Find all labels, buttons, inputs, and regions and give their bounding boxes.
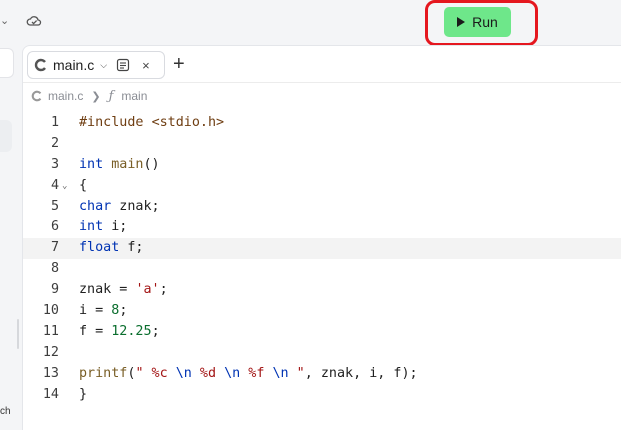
chevron-down-icon[interactable]: ⌵ (100, 60, 107, 71)
line-number: 11 (42, 323, 59, 339)
code-token: znak = (79, 282, 136, 298)
code-text: #include <stdio.h> (79, 113, 224, 134)
code-token: ; (119, 303, 128, 319)
highlight-annotation (425, 0, 538, 46)
code-token: { (79, 177, 88, 193)
tab-main-c[interactable]: main.c ⌵ × (27, 51, 165, 79)
line-number: 6 (50, 219, 59, 235)
code-area[interactable]: 1 #include <stdio.h> 2 3 int main() 4 ⌄ {5 char … (23, 113, 621, 405)
line-number: 13 (42, 365, 59, 381)
code-token: %f (240, 365, 273, 381)
left-panel-card[interactable] (0, 48, 14, 78)
code-token: ; (159, 282, 168, 298)
code-line[interactable]: 5 char znak; (23, 197, 621, 218)
line-number: 4 (50, 177, 59, 193)
chevron-right-icon: ❯ (91, 90, 101, 103)
chevron-down-icon[interactable]: ⌄ (0, 13, 12, 29)
code-editor: main.c ⌵ × + main.c ❯ ƒ main 1 #include <… (22, 45, 621, 430)
tab-bar: main.c ⌵ × + (23, 46, 621, 83)
line-number: 2 (50, 135, 59, 151)
panel-resize-handle[interactable] (17, 319, 19, 349)
left-panel-truncated-text: ch (0, 406, 11, 417)
preview-icon[interactable] (116, 58, 130, 72)
code-token: \n (224, 365, 241, 381)
code-line[interactable]: 14} (23, 385, 621, 406)
code-token: int (79, 156, 104, 172)
code-text: { (79, 176, 87, 197)
code-text: i = 8; (79, 301, 127, 322)
code-token: printf (79, 365, 128, 381)
code-text: f = 12.25; (79, 322, 160, 343)
breadcrumb-function[interactable]: main (121, 89, 147, 103)
code-text: char znak; (79, 197, 160, 218)
code-token: " (288, 365, 305, 381)
code-token: } (79, 386, 88, 402)
code-line[interactable]: 6 int i; (23, 217, 621, 238)
code-token: znak; (111, 198, 160, 214)
cloud-check-icon[interactable] (26, 13, 42, 29)
code-text: printf(" %c \n %d \n %f \n ", znak, i, f… (79, 364, 418, 385)
left-panel: ch (0, 45, 22, 430)
code-token: f = (79, 323, 112, 339)
code-token: i; (103, 219, 128, 235)
code-token: f; (119, 240, 144, 256)
line-number: 3 (50, 156, 59, 172)
code-line[interactable]: 1 #include <stdio.h> (23, 113, 621, 134)
code-token: 'a' (135, 282, 160, 298)
c-language-icon (31, 90, 42, 102)
code-text: znak = 'a'; (79, 280, 168, 301)
code-token: () (143, 156, 160, 172)
code-token: i = (79, 303, 112, 319)
code-token: , znak, i, f); (304, 365, 418, 381)
code-line[interactable]: 8 (23, 259, 621, 280)
add-tab-button[interactable]: + (173, 54, 185, 74)
left-panel-item[interactable] (0, 120, 12, 152)
close-icon[interactable]: × (142, 58, 150, 73)
line-number: 1 (50, 115, 59, 130)
fold-chevron-icon[interactable]: ⌄ (62, 176, 67, 197)
line-number: 9 (50, 282, 59, 298)
code-token: #include (79, 115, 152, 130)
tab-label: main.c (53, 57, 95, 73)
code-token: %d (191, 365, 225, 381)
breadcrumb-file[interactable]: main.c (48, 89, 83, 103)
code-line[interactable]: 2 (23, 134, 621, 155)
code-line[interactable]: 12 (23, 343, 621, 364)
code-line[interactable]: 10 i = 8; (23, 301, 621, 322)
code-line[interactable]: 3 int main() (23, 155, 621, 176)
code-token: \n (175, 365, 192, 381)
function-icon: ƒ (108, 88, 114, 104)
code-token: \n (272, 365, 289, 381)
code-token: 12.25 (111, 323, 152, 339)
code-text: } (79, 385, 87, 406)
line-number: 14 (42, 386, 59, 402)
line-number: 8 (50, 261, 59, 277)
code-token: " %c (135, 365, 176, 381)
code-token: ; (151, 323, 160, 339)
code-line[interactable]: 11 f = 12.25; (23, 322, 621, 343)
line-number: 7 (50, 240, 59, 256)
top-toolbar: ⌄ Run (0, 0, 621, 46)
line-number: 12 (42, 344, 59, 360)
code-line[interactable]: 4 ⌄ { (23, 176, 621, 197)
code-line[interactable]: 9 znak = 'a'; (23, 280, 621, 301)
code-token: char (79, 198, 112, 214)
code-token: main (111, 156, 144, 172)
code-text: int i; (79, 217, 127, 238)
c-language-icon (34, 58, 46, 72)
code-line[interactable]: 13 printf(" %c \n %d \n %f \n ", znak, i,… (23, 364, 621, 385)
code-token: float (79, 240, 120, 256)
code-text: int main() (79, 155, 160, 176)
code-text: float f; (79, 238, 144, 259)
breadcrumb: main.c ❯ ƒ main (23, 84, 621, 108)
line-number: 10 (42, 303, 59, 319)
code-token: int (79, 219, 104, 235)
line-number: 5 (50, 198, 59, 214)
code-token: <stdio.h> (151, 115, 225, 130)
code-line[interactable]: 7 float f; (23, 238, 621, 260)
